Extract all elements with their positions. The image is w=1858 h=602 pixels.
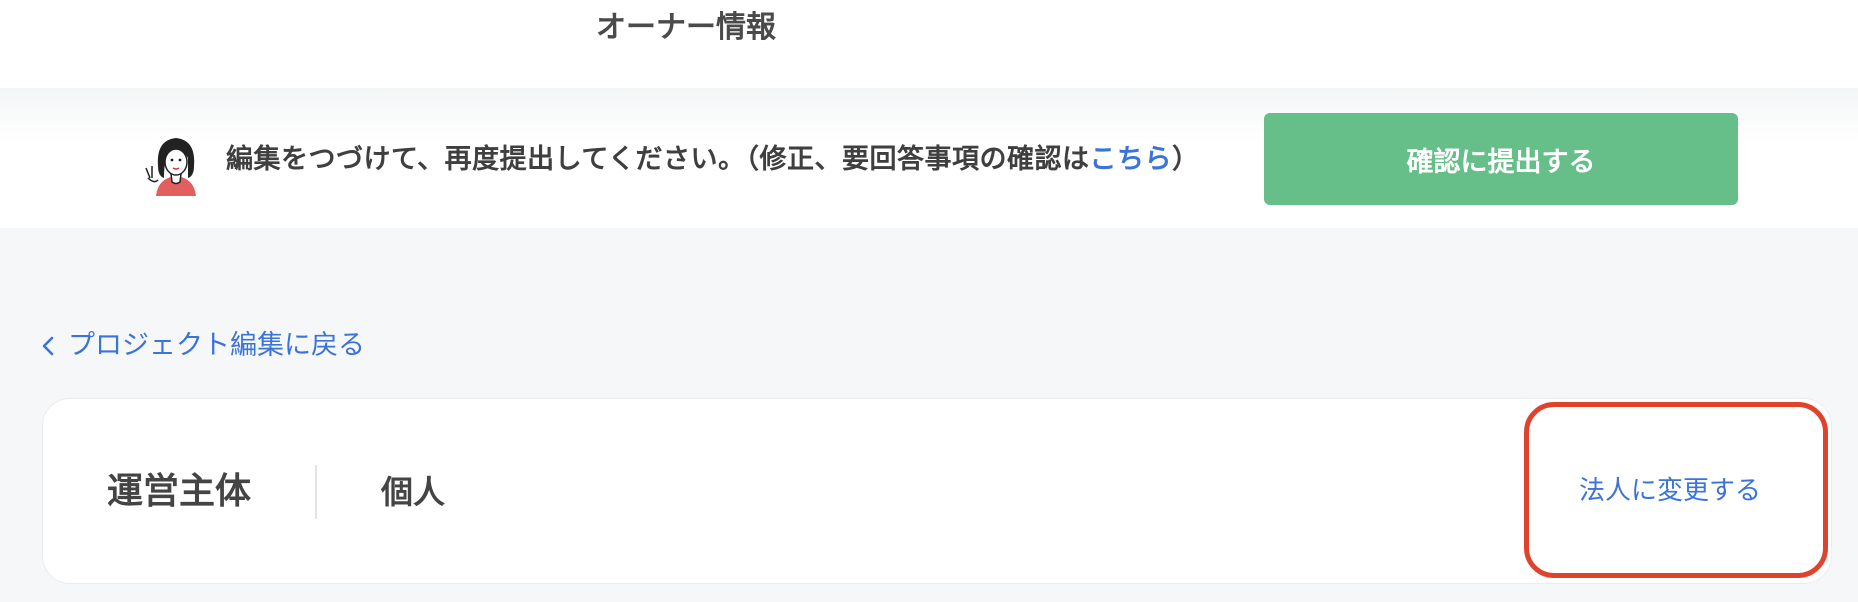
- chevron-left-icon: [38, 333, 58, 359]
- page-title: オーナー情報: [596, 10, 776, 45]
- notice-message-text: 編集をつづけて、再度提出してください。（修正、要回答事項の確認は: [226, 144, 1090, 175]
- notice-link[interactable]: こちら: [1090, 144, 1173, 175]
- notice-closing: ）: [1172, 144, 1200, 175]
- entity-type-label: 運営主体: [107, 471, 252, 512]
- back-link-label: プロジェクト編集に戻る: [68, 330, 365, 361]
- change-to-corporation-link[interactable]: 法人に変更する: [1579, 471, 1761, 511]
- back-to-project-edit-link[interactable]: プロジェクト編集に戻る: [38, 326, 365, 366]
- entity-type-card: 運営主体 個人 法人に変更する: [42, 398, 1832, 584]
- entity-type-value: 個人: [381, 473, 446, 511]
- page-header: オーナー情報: [0, 0, 1858, 88]
- card-divider: [315, 465, 317, 519]
- woman-avatar-icon: [145, 133, 205, 196]
- notice-message: 編集をつづけて、再度提出してください。（修正、要回答事項の確認はこちら）: [226, 140, 1200, 180]
- submit-for-review-button[interactable]: 確認に提出する: [1264, 113, 1738, 205]
